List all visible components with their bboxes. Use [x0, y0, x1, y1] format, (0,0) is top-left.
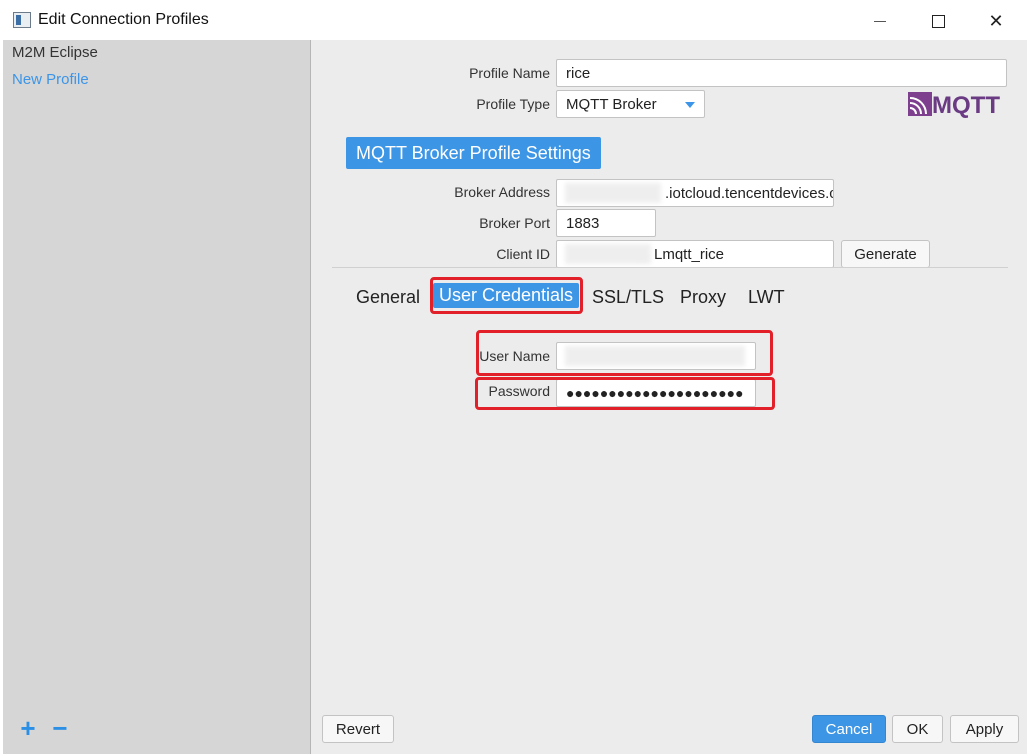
window-title: Edit Connection Profiles	[38, 11, 209, 28]
add-profile-button[interactable]: +	[17, 715, 39, 741]
divider	[332, 267, 1008, 268]
tab-general[interactable]: General	[356, 287, 420, 308]
dialog-body: M2M Eclipse New Profile + − Profile Name…	[3, 40, 1027, 754]
tab-proxy[interactable]: Proxy	[680, 287, 726, 308]
broker-address-input[interactable]: .iotcloud.tencentdevices.c	[556, 179, 834, 207]
close-icon: ✕	[988, 10, 1004, 31]
profile-name-label: Profile Name	[469, 65, 550, 81]
mqtt-logo: MQTT	[908, 92, 1000, 118]
tab-lwt[interactable]: LWT	[748, 287, 785, 308]
maximize-button[interactable]	[915, 6, 961, 36]
client-id-value: Lmqtt_rice	[654, 246, 725, 263]
redacted-region	[565, 244, 651, 264]
minimize-icon	[874, 20, 886, 22]
app-window-icon	[13, 12, 31, 28]
minus-icon: −	[52, 713, 68, 743]
profile-name-input[interactable]: rice	[556, 59, 1007, 87]
password-value: ●●●●●●●●●●●●●●●●●●●●●	[566, 385, 744, 401]
password-label: Password	[488, 383, 550, 399]
username-label: User Name	[479, 348, 550, 364]
revert-button[interactable]: Revert	[322, 715, 394, 743]
username-input[interactable]	[556, 342, 756, 370]
tab-ssl-tls[interactable]: SSL/TLS	[592, 287, 664, 308]
title-bar: Edit Connection Profiles ✕	[0, 0, 1027, 40]
tab-user-credentials[interactable]: User Credentials	[433, 283, 580, 308]
profile-type-label: Profile Type	[476, 96, 550, 112]
maximize-icon	[931, 14, 945, 28]
client-id-label: Client ID	[496, 246, 550, 262]
broker-settings-header: MQTT Broker Profile Settings	[346, 137, 601, 169]
profile-editor: Profile Name rice Profile Type MQTT Brok…	[312, 40, 1027, 754]
broker-address-label: Broker Address	[454, 184, 550, 200]
broker-port-label: Broker Port	[479, 215, 550, 231]
ok-button[interactable]: OK	[892, 715, 943, 743]
mqtt-logo-text: MQTT	[932, 92, 1000, 118]
apply-button[interactable]: Apply	[950, 715, 1019, 743]
generate-button[interactable]: Generate	[841, 240, 930, 268]
sidebar-item-m2m-eclipse[interactable]: M2M Eclipse	[12, 44, 98, 61]
client-id-input[interactable]: Lmqtt_rice	[556, 240, 834, 268]
broker-address-value: .iotcloud.tencentdevices.c	[665, 185, 834, 202]
sidebar-item-new-profile[interactable]: New Profile	[12, 71, 89, 88]
profile-list: M2M Eclipse New Profile + −	[3, 40, 311, 754]
chevron-down-icon	[685, 102, 695, 108]
password-input[interactable]: ●●●●●●●●●●●●●●●●●●●●●	[556, 379, 756, 407]
cancel-button[interactable]: Cancel	[812, 715, 886, 743]
minimize-button[interactable]	[857, 6, 903, 36]
remove-profile-button[interactable]: −	[49, 715, 71, 741]
plus-icon: +	[20, 713, 36, 743]
profile-type-value: MQTT Broker	[566, 96, 657, 113]
broker-port-input[interactable]: 1883	[556, 209, 656, 237]
profile-type-select[interactable]: MQTT Broker	[556, 90, 705, 118]
redacted-region	[565, 346, 745, 366]
close-button[interactable]: ✕	[973, 6, 1019, 36]
redacted-region	[565, 183, 661, 203]
